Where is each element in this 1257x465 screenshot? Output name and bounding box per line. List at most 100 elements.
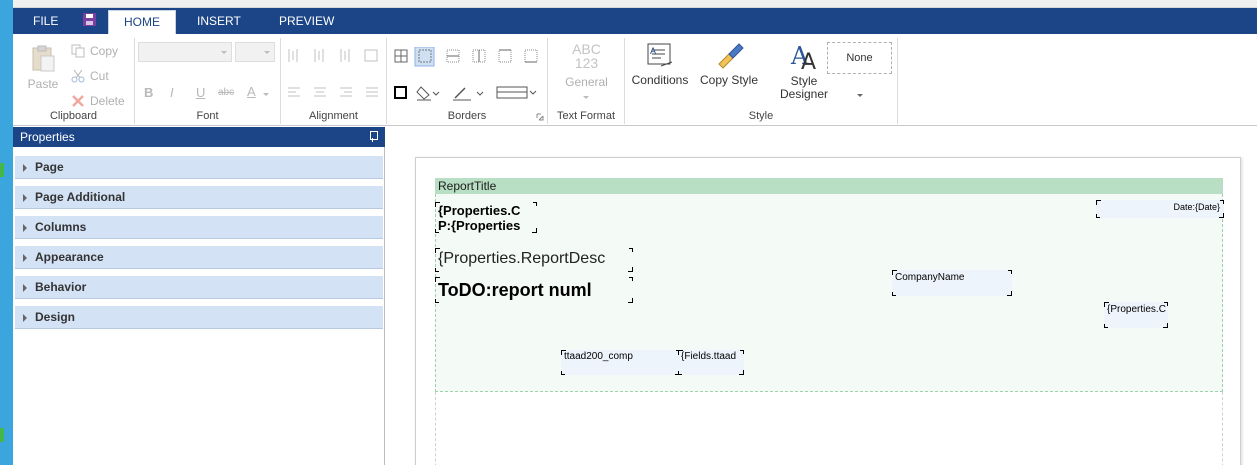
conditions-icon: A	[647, 43, 673, 67]
paste-icon	[32, 45, 55, 72]
alignment-group-label: Alignment	[309, 110, 358, 122]
menu-bar: FILE HOME INSERT PREVIEW	[13, 8, 1257, 34]
prop-category-page[interactable]: Page	[15, 155, 383, 179]
copy-label: Copy	[90, 44, 119, 58]
report-title-band-header[interactable]: ReportTitle	[435, 178, 1223, 194]
textbox-line-1: {Properties.C	[438, 203, 521, 218]
category-label: Behavior	[35, 280, 87, 294]
next-band-area[interactable]	[435, 392, 1223, 465]
font-group-label: Font	[196, 110, 219, 122]
report-page[interactable]: ReportTitle {Properties.C P:{Properties …	[415, 157, 1241, 465]
border-style-icons[interactable]	[393, 47, 543, 67]
scissors-icon	[71, 69, 85, 83]
textbox-text: ToDO:report numl	[438, 280, 592, 300]
copy-style-label: Copy Style	[699, 73, 759, 87]
report-number-textbox[interactable]: ToDO:report numl	[435, 277, 633, 303]
save-icon[interactable]	[83, 13, 96, 26]
tab-preview[interactable]: PREVIEW	[269, 8, 344, 34]
font-group: B I U abc A Font	[135, 38, 281, 124]
strikethrough-button[interactable]: abc	[218, 87, 234, 98]
cut-label: Cut	[90, 69, 109, 83]
prop-category-design[interactable]: Design	[15, 305, 383, 329]
alignment-group: Alignment	[281, 38, 387, 124]
expand-arrow-icon	[23, 254, 27, 262]
delete-button[interactable]: Delete	[71, 94, 125, 108]
ttaad-comp-textbox[interactable]: ttaad200_comp	[561, 350, 680, 375]
prop-category-page-additional[interactable]: Page Additional	[15, 185, 383, 209]
style-group: A Conditions Copy Style A A Style Design…	[625, 38, 898, 124]
properties-c-textbox[interactable]: {Properties.C P:{Properties	[435, 202, 537, 233]
paste-button[interactable]: Paste	[23, 44, 63, 91]
italic-button[interactable]: I	[170, 85, 174, 100]
format-preview[interactable]: ABC 123	[548, 42, 625, 70]
tab-file[interactable]: FILE	[23, 8, 68, 34]
style-group-label: Style	[748, 110, 774, 122]
vertical-align-icons[interactable]	[287, 48, 383, 64]
copy-style-button[interactable]: Copy Style	[697, 42, 761, 87]
borders-group: Borders	[387, 38, 548, 124]
tab-home[interactable]: HOME	[108, 10, 176, 34]
ribbon: Paste Copy Cut Delete Clipboard B I U ab…	[13, 34, 1257, 126]
textbox-text: {Properties.C	[1107, 304, 1166, 315]
delete-icon	[71, 94, 85, 108]
paste-label: Paste	[27, 77, 59, 91]
title-strip	[13, 0, 1257, 8]
tab-insert[interactable]: INSERT	[187, 8, 251, 34]
report-desc-textbox[interactable]: {Properties.ReportDesc	[435, 248, 633, 272]
company-name-textbox[interactable]: CompanyName	[892, 270, 1012, 296]
borders-group-label: Borders	[447, 110, 487, 122]
date-textbox[interactable]: Date:{Date}	[1096, 200, 1224, 218]
copy-button[interactable]: Copy	[71, 44, 118, 58]
bold-button[interactable]: B	[144, 85, 153, 100]
expand-arrow-icon	[23, 224, 27, 232]
style-gallery-none[interactable]: None	[827, 42, 892, 74]
expand-arrow-icon	[23, 164, 27, 172]
fields-ttaad-textbox[interactable]: {Fields.ttaad	[678, 350, 744, 375]
category-label: Appearance	[35, 250, 104, 264]
prop-category-behavior[interactable]: Behavior	[15, 275, 383, 299]
textbox-text: ttaad200_comp	[564, 351, 633, 362]
prop-category-columns[interactable]: Columns	[15, 215, 383, 239]
format-preview-letters: ABC	[572, 41, 601, 57]
conditions-button[interactable]: A Conditions	[629, 42, 691, 87]
style-designer-icon: A A	[790, 42, 816, 75]
text-format-group: ABC 123 General Text Format	[548, 38, 625, 124]
prop-category-appearance[interactable]: Appearance	[15, 245, 383, 269]
expand-arrow-icon	[23, 284, 27, 292]
category-label: Page	[35, 160, 64, 174]
textbox-text: Date:{Date}	[1173, 202, 1220, 212]
textbox-line-2: P:{Properties	[438, 218, 521, 233]
category-label: Page Additional	[35, 190, 126, 204]
delete-label: Delete	[90, 94, 125, 108]
number-format-value: General	[565, 75, 608, 89]
text-format-group-label: Text Format	[556, 110, 616, 122]
copy-icon	[71, 44, 85, 58]
properties-panel: Properties Page Page Additional Columns …	[13, 127, 385, 465]
edge-marker	[0, 163, 4, 177]
svg-text:A: A	[650, 47, 657, 57]
underline-button[interactable]: U	[196, 85, 205, 100]
font-size-select[interactable]	[235, 42, 275, 62]
textbox-text: {Properties.ReportDesc	[438, 250, 606, 267]
expand-arrow-icon	[23, 314, 27, 322]
chevron-down-icon[interactable]	[857, 94, 863, 97]
design-canvas[interactable]: ReportTitle {Properties.C P:{Properties …	[386, 127, 1257, 465]
chevron-down-icon[interactable]	[583, 96, 589, 99]
horizontal-align-icons[interactable]	[287, 86, 383, 100]
chevron-down-icon	[221, 51, 227, 54]
font-color-button[interactable]: A	[247, 84, 256, 99]
clipboard-group-label: Clipboard	[49, 110, 98, 122]
textbox-text: {Fields.ttaad	[681, 351, 737, 362]
properties-c-right-textbox[interactable]: {Properties.C	[1104, 302, 1168, 328]
font-family-select[interactable]	[138, 42, 232, 62]
cut-button[interactable]: Cut	[71, 69, 109, 83]
properties-header: Properties	[13, 127, 385, 147]
edge-marker	[0, 428, 4, 442]
report-designer-window: FILE HOME INSERT PREVIEW Paste Copy Cut …	[0, 0, 1257, 465]
border-format-icons[interactable]	[393, 84, 543, 102]
pin-icon[interactable]	[369, 131, 378, 142]
desktop-edge	[0, 0, 13, 465]
properties-title: Properties	[20, 130, 75, 144]
expand-arrow-icon	[23, 194, 27, 202]
conditions-label: Conditions	[631, 73, 689, 87]
